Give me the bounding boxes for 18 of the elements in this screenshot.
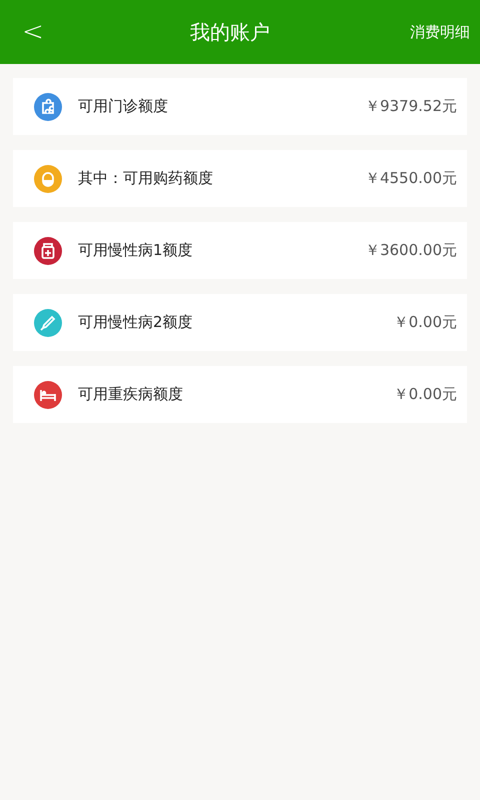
account-label: 可用慢性病2额度 [78,313,194,332]
account-amount: ￥0.00元 [394,313,457,332]
account-card[interactable]: 可用慢性病1额度 ￥3600.00元 [13,222,467,279]
account-amount: ￥4550.00元 [364,169,457,188]
account-label: 可用慢性病1额度 [78,241,194,260]
account-card[interactable]: 可用慢性病2额度 ￥0.00元 [13,294,467,351]
account-label: 其中：可用购药额度 [78,169,214,188]
back-button[interactable]: < [0,17,60,47]
details-link[interactable]: 消费明细 [400,22,480,42]
account-label: 可用重疾病额度 [78,385,184,404]
account-card[interactable]: 其中：可用购药额度 ￥4550.00元 [13,150,467,207]
account-label: 可用门诊额度 [78,97,169,116]
page-title: 我的账户 [189,18,271,46]
account-amount: ￥9379.52元 [364,97,457,116]
account-amount: ￥0.00元 [394,385,457,404]
account-card[interactable]: 可用重疾病额度 ￥0.00元 [13,366,467,423]
account-amount: ￥3600.00元 [364,241,457,260]
account-card[interactable]: 可用门诊额度 ￥9379.52元 [13,78,467,135]
